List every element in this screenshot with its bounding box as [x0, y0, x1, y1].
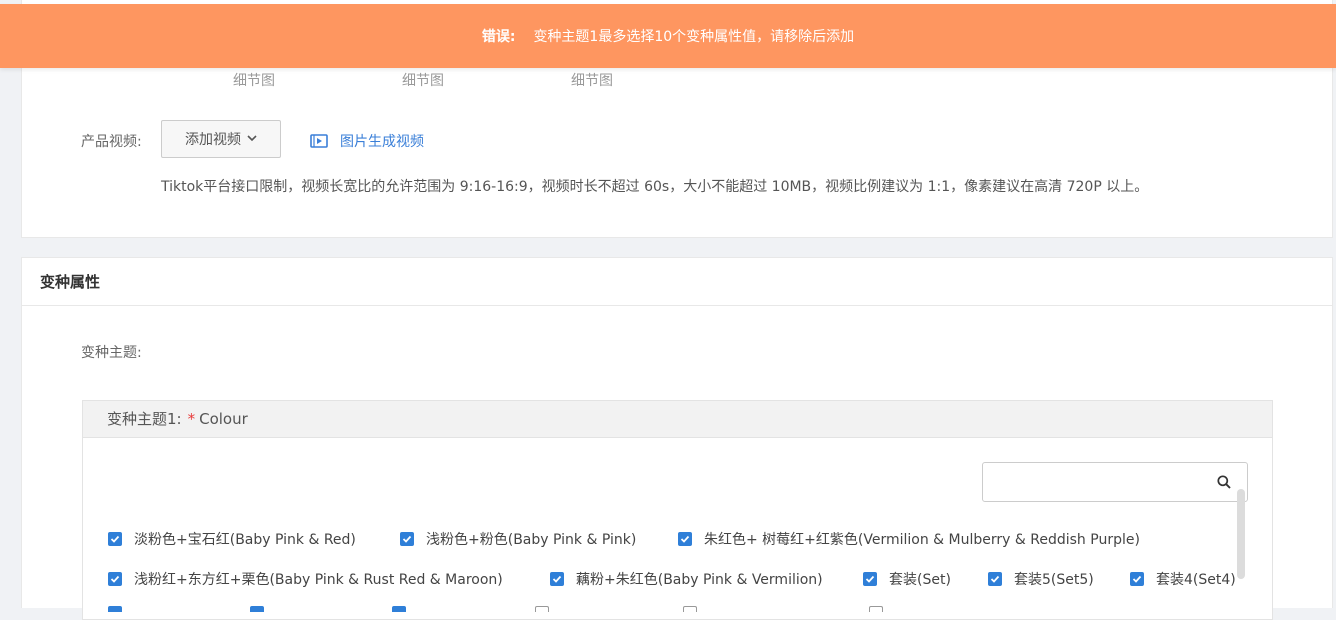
option-checkbox[interactable]: 套装(Set) [863, 569, 951, 589]
section-title: 变种属性 [22, 258, 1332, 306]
option-checkbox-partial[interactable] [869, 606, 883, 612]
film-icon [310, 134, 328, 148]
checkbox-checked-icon [550, 572, 564, 586]
option-checkbox-partial[interactable] [535, 606, 549, 612]
variant-theme-1-panel: 变种主题1: * Colour 淡粉色+宝石红(Baby Pink & Red) 浅… [82, 400, 1273, 620]
checkbox-checked-icon [108, 572, 122, 586]
option-checkbox-partial[interactable] [108, 606, 122, 612]
add-video-button[interactable]: 添加视频 [161, 120, 281, 158]
variant-theme-label: 变种主题: [81, 345, 142, 361]
add-video-label: 添加视频 [185, 132, 241, 148]
option-label: 藕粉+朱红色(Baby Pink & Vermilion) [576, 572, 823, 588]
checkbox-checked-icon [108, 532, 122, 546]
option-checkbox[interactable]: 藕粉+朱红色(Baby Pink & Vermilion) [550, 569, 823, 589]
options-scrollbar[interactable] [1237, 489, 1245, 579]
variant-attributes-card: 变种属性 变种主题: 变种主题1: * Colour 淡粉色+宝石红(Baby Pi… [21, 257, 1333, 620]
option-label: 套装(Set) [889, 572, 951, 588]
option-checkbox[interactable]: 朱红色+ 树莓红+红紫色(Vermilion & Mulberry & Redd… [678, 529, 1140, 549]
option-search-box[interactable] [982, 462, 1248, 502]
option-search-input[interactable] [991, 463, 1215, 501]
error-toast: 错误: 变种主题1最多选择10个变种属性值，请移除后添加 [0, 4, 1336, 68]
detail-image-label-2: 细节图 [402, 73, 444, 89]
option-checkbox[interactable]: 套装5(Set5) [988, 569, 1094, 589]
search-icon[interactable] [1217, 475, 1231, 489]
option-checkbox-partial[interactable] [683, 606, 697, 612]
generate-video-label: 图片生成视频 [340, 134, 424, 150]
detail-image-label-3: 细节图 [571, 73, 613, 89]
variant-theme-1-name: Colour [199, 410, 248, 428]
detail-image-label-1: 细节图 [233, 73, 275, 89]
product-video-label: 产品视频: [81, 134, 142, 150]
checkbox-checked-icon [863, 572, 877, 586]
option-label: 套装4(Set4) [1156, 572, 1236, 588]
option-checkbox[interactable]: 套装4(Set4) [1130, 569, 1236, 589]
option-checkbox-partial[interactable] [392, 606, 406, 612]
chevron-down-icon [247, 134, 257, 145]
error-toast-message: 变种主题1最多选择10个变种属性值，请移除后添加 [533, 29, 855, 45]
option-label: 浅粉红+东方红+栗色(Baby Pink & Rust Red & Maroon… [134, 572, 503, 588]
option-label: 浅粉色+粉色(Baby Pink & Pink) [426, 532, 637, 548]
checkbox-checked-icon [400, 532, 414, 546]
checkbox-checked-icon [1130, 572, 1144, 586]
option-label: 朱红色+ 树莓红+红紫色(Vermilion & Mulberry & Redd… [704, 532, 1140, 548]
variant-theme-1-label: 变种主题1: [107, 410, 182, 428]
required-marker: * [187, 410, 196, 428]
option-checkbox-partial[interactable] [250, 606, 264, 612]
option-checkbox[interactable]: 浅粉红+东方红+栗色(Baby Pink & Rust Red & Maroon… [108, 569, 503, 589]
checkbox-checked-icon [678, 532, 692, 546]
option-label: 淡粉色+宝石红(Baby Pink & Red) [134, 532, 356, 548]
video-requirements-hint: Tiktok平台接口限制，视频长宽比的允许范围为 9:16-16:9，视频时长不… [161, 179, 1149, 195]
checkbox-checked-icon [988, 572, 1002, 586]
option-label: 套装5(Set5) [1014, 572, 1094, 588]
variant-theme-1-header: 变种主题1: * Colour [83, 401, 1272, 438]
error-toast-label: 错误: [481, 29, 516, 45]
generate-video-from-images-link[interactable]: 图片生成视频 [310, 131, 424, 151]
option-checkbox[interactable]: 浅粉色+粉色(Baby Pink & Pink) [400, 529, 636, 549]
option-checkbox[interactable]: 淡粉色+宝石红(Baby Pink & Red) [108, 529, 356, 549]
